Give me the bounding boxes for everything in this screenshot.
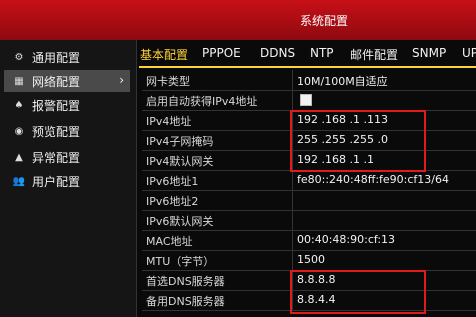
sidebar-item-alarm[interactable]: ♠ 报警配置: [4, 94, 130, 116]
table-row: 启用自动获得IPv4地址: [142, 90, 476, 111]
sidebar-item-label: 通用配置: [32, 50, 81, 65]
divider: [292, 210, 293, 230]
divider: [292, 230, 293, 250]
row-label: 备用DNS服务器: [146, 295, 225, 308]
tab-basic[interactable]: 基本配置: [140, 46, 188, 63]
sidebar-item-network[interactable]: ▦ 网络配置 ›: [4, 70, 130, 92]
table-row: 网卡类型 10M/100M自适应: [142, 70, 476, 91]
row-label: MTU（字节）: [146, 255, 215, 268]
sidebar-item-label: 网络配置: [32, 74, 81, 89]
warning-icon: ▲: [15, 151, 23, 163]
nic-type-value[interactable]: 10M/100M自适应: [297, 73, 388, 89]
tab-snmp[interactable]: SNMP: [412, 46, 446, 60]
divider: [292, 190, 293, 210]
sidebar-item-preview[interactable]: ◉ 预览配置: [4, 120, 130, 142]
tab-email[interactable]: 邮件配置: [350, 46, 398, 63]
bell-icon: ♠: [14, 99, 24, 111]
tab-bar: 基本配置 PPPOE DDNS NTP 邮件配置 SNMP UP: [136, 44, 476, 66]
row-label: 首选DNS服务器: [146, 275, 225, 288]
sidebar: ⚙ 通用配置 ▦ 网络配置 › ♠ 报警配置 ◉ 预览配置 ▲ 异常配置 👥 用…: [0, 40, 137, 317]
row-label: IPv6默认网关: [146, 215, 214, 228]
window-title: 系统配置: [300, 14, 349, 28]
table-row: MAC地址 00:40:48:90:cf:13: [142, 230, 476, 251]
divider: [292, 90, 293, 110]
dhcp-checkbox[interactable]: [300, 94, 312, 106]
chevron-right-icon: ›: [119, 73, 124, 87]
titlebar: 系统配置: [0, 0, 476, 40]
sidebar-item-exception[interactable]: ▲ 异常配置: [4, 146, 130, 168]
table-row: IPv6地址1 fe80::240:48ff:fe90:cf13/64: [142, 170, 476, 191]
sidebar-item-label: 报警配置: [32, 98, 81, 113]
sidebar-item-general[interactable]: ⚙ 通用配置: [4, 46, 130, 68]
highlight-box-ipv4: [290, 110, 426, 172]
row-label: IPv4默认网关: [146, 155, 214, 168]
sidebar-item-label: 异常配置: [32, 150, 81, 165]
sidebar-item-label: 用户配置: [32, 174, 81, 189]
row-label: IPv4地址: [146, 115, 192, 128]
row-label: IPv6地址1: [146, 175, 199, 188]
tab-pppoe[interactable]: PPPOE: [202, 46, 241, 60]
table-row: IPv6默认网关: [142, 210, 476, 231]
highlight-box-dns: [290, 270, 426, 314]
ipv6-address1-value: fe80::240:48ff:fe90:cf13/64: [297, 173, 449, 186]
mtu-field[interactable]: 1500: [297, 253, 325, 266]
table-row: IPv6地址2: [142, 190, 476, 211]
divider: [292, 170, 293, 190]
divider: [292, 250, 293, 270]
network-icon: ▦: [14, 75, 24, 87]
row-label: IPv6地址2: [146, 195, 199, 208]
eye-icon: ◉: [14, 125, 24, 137]
gear-icon: ⚙: [14, 51, 24, 63]
tab-underline: [139, 66, 476, 68]
users-icon: 👥: [12, 175, 26, 187]
tab-up[interactable]: UP: [462, 46, 476, 60]
mac-address-value: 00:40:48:90:cf:13: [297, 233, 396, 246]
row-label: 网卡类型: [146, 75, 190, 88]
tab-ntp[interactable]: NTP: [310, 46, 334, 60]
row-label: MAC地址: [146, 235, 193, 248]
row-label: 启用自动获得IPv4地址: [146, 95, 258, 108]
row-label: IPv4子网掩码: [146, 135, 214, 148]
tab-ddns[interactable]: DDNS: [260, 46, 295, 60]
table-row: MTU（字节） 1500: [142, 250, 476, 271]
sidebar-item-label: 预览配置: [32, 124, 81, 139]
sidebar-item-users[interactable]: 👥 用户配置: [4, 170, 130, 192]
divider: [292, 70, 293, 90]
